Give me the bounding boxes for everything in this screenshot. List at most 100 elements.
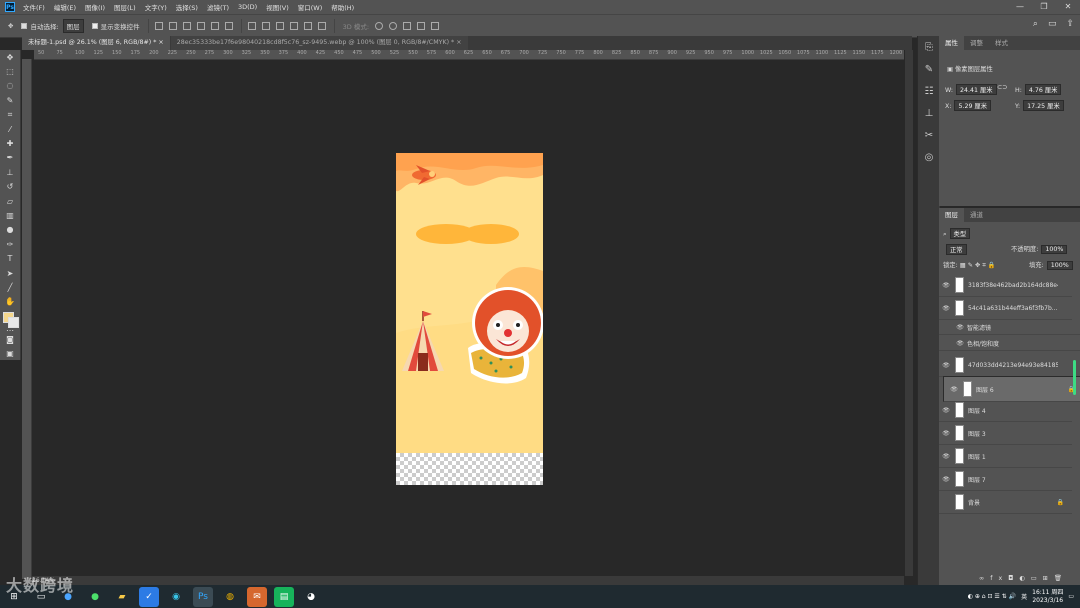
opacity-input[interactable]: 100% (1041, 245, 1068, 254)
distribute-right-icon[interactable] (317, 22, 326, 30)
clock[interactable]: 16:11 周四 2023/3/16 (1032, 589, 1063, 605)
distribute-top-icon[interactable] (247, 22, 256, 30)
visibility-eye-icon[interactable]: 👁 (939, 362, 953, 369)
move-tool-icon[interactable]: ✥ (0, 50, 20, 64)
menu-3d[interactable]: 3D(D) (238, 3, 257, 11)
hand-tool-icon[interactable]: ✋ (0, 295, 20, 309)
fx-icon[interactable]: fx (990, 575, 1008, 582)
adjust-panel-icon[interactable]: ☷ (918, 80, 940, 102)
ime-indicator[interactable]: 英 (1021, 592, 1027, 601)
height-input[interactable]: 4.76 厘米 (1024, 84, 1062, 95)
visibility-eye-icon[interactable]: 👁 (947, 386, 961, 393)
layer-row[interactable]: 👁 图层 3 (939, 422, 1072, 445)
clone-source-icon[interactable]: ⊥ (918, 102, 940, 124)
filter-type-select[interactable]: 类型 (949, 228, 971, 239)
x-input[interactable]: 5.29 厘米 (954, 100, 992, 111)
width-input[interactable]: 24.41 厘米 (955, 84, 997, 95)
layer-row[interactable]: 👁 图层 7 (939, 468, 1072, 491)
distribute-left-icon[interactable] (289, 22, 298, 30)
notification-icon[interactable]: ▭ (1068, 593, 1074, 600)
link-layers-icon[interactable]: ∞ (979, 575, 990, 582)
wechat-icon[interactable]: ✉ (247, 586, 267, 607)
file-explorer-icon[interactable]: ▰ (112, 587, 132, 607)
tab-webp-file[interactable]: 28ec35333be17f6e98040218cd8f5c76_sz-9495… (170, 36, 468, 50)
y-input[interactable]: 17.25 厘米 (1023, 100, 1064, 111)
crop-tool-icon[interactable]: ⌗ (0, 108, 20, 122)
menu-filter[interactable]: 滤镜(T) (207, 2, 229, 12)
align-bottom-icon[interactable] (224, 22, 233, 30)
distribute-center-icon[interactable] (303, 22, 312, 30)
mail-icon[interactable]: ✓ (139, 586, 159, 607)
healing-brush-tool-icon[interactable]: ✚ (0, 136, 20, 150)
layer-row[interactable]: 👁 色相/饱和度 (939, 336, 1080, 351)
visibility-eye-icon[interactable]: 👁 (939, 453, 953, 460)
quick-mask-icon[interactable]: ◙ (0, 332, 20, 346)
blend-mode-select[interactable]: 正常 (943, 244, 967, 255)
menu-window[interactable]: 窗口(W) (298, 2, 323, 12)
distribute-bottom-icon[interactable] (275, 22, 284, 30)
minimize-button[interactable]: — (1008, 0, 1032, 14)
lasso-tool-icon[interactable]: ◌ (0, 79, 20, 93)
tab-properties[interactable]: 属性 (939, 36, 964, 50)
auto-select-checkbox[interactable]: 自动选择: (21, 21, 59, 31)
brush-tool-icon[interactable]: ✒ (0, 151, 20, 165)
tab-close-icon[interactable]: × (158, 39, 163, 46)
layer-row[interactable]: 👁 图层 4 (939, 399, 1072, 422)
type-tool-icon[interactable]: T (0, 251, 20, 265)
fill-input[interactable]: 100% (1046, 261, 1073, 270)
layer-row[interactable]: 👁 47d033dd4213e94e93e84185f... (939, 354, 1072, 377)
tool-presets-icon[interactable]: ✂ (918, 124, 940, 146)
tab-styles[interactable]: 样式 (989, 36, 1014, 50)
align-top-icon[interactable] (196, 22, 205, 30)
lock-pixels-icon[interactable]: ▦ ✎ ✥ ⌗ 🔒 (960, 262, 996, 269)
history-brush-tool-icon[interactable]: ↺ (0, 180, 20, 194)
edge-icon[interactable]: ◉ (166, 587, 186, 607)
gradient-tool-icon[interactable]: ▥ (0, 208, 20, 222)
show-transform-checkbox[interactable]: 显示变换控件 (91, 21, 140, 31)
photoshop-logo-icon[interactable]: Ps (5, 2, 15, 12)
background-color-swatch[interactable] (8, 317, 19, 328)
layer-row[interactable]: 👁 54c41a631b44eff3a6f3fb7b... (939, 297, 1072, 320)
layer-row[interactable]: 👁 3183f38e462bad2b164dc88e4... (939, 274, 1072, 297)
group-icon[interactable]: ▭ (1031, 575, 1043, 582)
align-middle-icon[interactable] (210, 22, 219, 30)
orbit-3d-icon[interactable] (375, 22, 384, 30)
tab-channels[interactable]: 通道 (964, 208, 989, 222)
chrome-icon[interactable]: ◍ (220, 587, 240, 607)
green-app-icon[interactable]: ▤ (274, 586, 294, 607)
auto-select-dropdown[interactable]: 图层 (62, 19, 84, 33)
history-panel-icon[interactable]: ⎘ (918, 36, 940, 58)
delete-icon[interactable]: 🗑 (1054, 575, 1068, 582)
menu-file[interactable]: 文件(F) (23, 2, 45, 12)
visibility-eye-icon[interactable]: 👁 (939, 430, 953, 437)
menu-edit[interactable]: 编辑(E) (54, 2, 76, 12)
layer-row[interactable]: 背景 🔒 (939, 491, 1072, 514)
menu-image[interactable]: 图像(I) (85, 2, 105, 12)
menu-layer[interactable]: 图层(L) (114, 2, 136, 12)
marquee-tool-icon[interactable]: ⬚ (0, 64, 20, 78)
visibility-eye-icon[interactable]: 👁 (939, 476, 953, 483)
browser-360-icon[interactable]: ● (85, 587, 105, 607)
menu-select[interactable]: 选择(S) (176, 2, 198, 12)
visibility-eye-icon[interactable]: 👁 (939, 282, 953, 289)
document-canvas[interactable] (396, 153, 543, 485)
new-layer-icon[interactable]: ⊞ (1043, 575, 1054, 582)
stamp-tool-icon[interactable]: ⊥ (0, 165, 20, 179)
eraser-tool-icon[interactable]: ▱ (0, 194, 20, 208)
adjustment-icon[interactable]: ◐ (1019, 575, 1031, 582)
dodge-tool-icon[interactable]: ● (0, 223, 20, 237)
screen-mode-icon[interactable]: ▣ (0, 346, 20, 360)
layers-scroll-thumb[interactable] (1073, 360, 1076, 395)
maximize-button[interactable]: ❐ (1032, 0, 1056, 14)
qq-icon[interactable]: ◕ (301, 587, 321, 607)
align-left-icon[interactable] (154, 22, 163, 30)
tray-icons[interactable]: ◐ ⊕ ⌂ ⊡ ☰ ⇅ 🔊 (968, 593, 1016, 600)
tab-close-icon[interactable]: × (456, 39, 461, 46)
eyedropper-tool-icon[interactable]: ⁄ (0, 122, 20, 136)
roll-3d-icon[interactable] (389, 22, 398, 30)
workspace-icon[interactable]: ▭ (1048, 19, 1057, 29)
layer-row[interactable]: 👁 智能滤镜 (939, 320, 1080, 335)
path-select-tool-icon[interactable]: ➤ (0, 266, 20, 280)
visibility-eye-icon[interactable]: 👁 (939, 305, 953, 312)
menu-view[interactable]: 视图(V) (266, 2, 289, 12)
